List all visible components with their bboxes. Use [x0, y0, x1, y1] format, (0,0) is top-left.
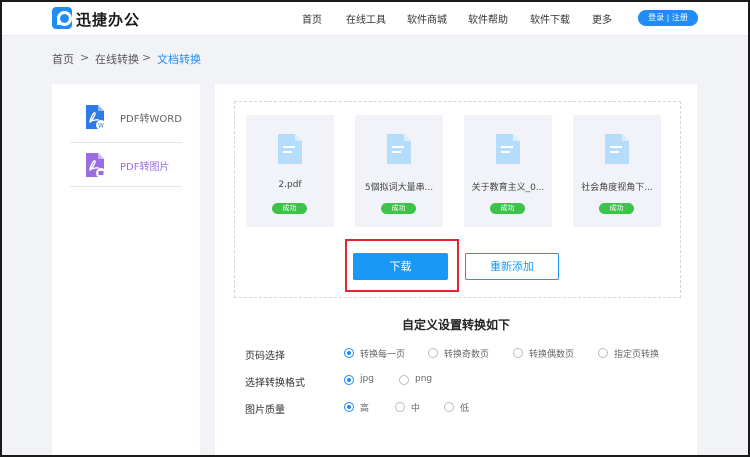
settings-title: 自定义设置转换如下: [401, 318, 510, 332]
radio-even-pages[interactable]: [513, 348, 523, 358]
sidebar-item-label: PDF转图片: [120, 162, 170, 173]
radio-quality-low[interactable]: [444, 402, 454, 412]
radio-label: png: [415, 374, 433, 384]
breadcrumb-current: 文档转换: [157, 53, 201, 66]
radio-quality-medium[interactable]: [395, 402, 405, 412]
file-card[interactable]: 社会角度视角下... 成功: [573, 115, 661, 227]
file-name: 5個拟词大量串...: [364, 183, 434, 193]
radio-label: 转换每一页: [360, 350, 406, 360]
radio-label: 转换奇数页: [444, 350, 490, 360]
nav-software-download[interactable]: 软件下载: [530, 11, 570, 26]
nav-online-tools[interactable]: 在线工具: [346, 11, 386, 26]
pdf-to-word-icon: W: [86, 105, 106, 130]
svg-text:W: W: [98, 123, 104, 130]
quality-label: 图片质量: [245, 405, 285, 416]
logo-text: 迅捷办公: [76, 11, 141, 29]
file-name: 社会角度视角下...: [581, 183, 653, 193]
sidebar-item-label: PDF转WORD: [120, 114, 182, 125]
file-name: 关于教育主义_0...: [471, 183, 545, 193]
radio-label: 低: [460, 404, 470, 414]
re-add-button[interactable]: 重新添加: [465, 253, 559, 280]
radio-png[interactable]: [399, 375, 409, 385]
radio-specified-pages[interactable]: [598, 348, 608, 358]
radio-every-page[interactable]: [344, 348, 354, 358]
document-icon: [605, 134, 629, 164]
sidebar-item-pdf-to-word[interactable]: W PDF转WORD: [70, 95, 182, 140]
breadcrumb-separator: >: [142, 51, 152, 64]
sidebar-item-pdf-to-image[interactable]: PDF转图片: [70, 142, 182, 187]
breadcrumb-home[interactable]: 首页: [52, 51, 74, 67]
breadcrumb-online-convert[interactable]: 在线转换: [95, 51, 139, 67]
format-label: 选择转换格式: [245, 378, 305, 389]
nav-more[interactable]: 更多: [592, 11, 612, 26]
download-button[interactable]: 下载: [353, 253, 448, 280]
logo[interactable]: 迅捷办公: [52, 7, 142, 29]
document-icon: [278, 134, 302, 164]
page-select-label: 页码选择: [245, 351, 285, 362]
nav-software-store[interactable]: 软件商城: [407, 11, 447, 26]
breadcrumb-separator: >: [80, 51, 90, 64]
status-badge: 成功: [381, 203, 416, 214]
file-card[interactable]: 关于教育主义_0... 成功: [464, 115, 552, 227]
radio-label: 指定页转换: [614, 350, 660, 360]
top-header: 迅捷办公 首页 在线工具 软件商城 软件帮助 软件下载 更多 登录 | 注册: [0, 0, 750, 36]
document-icon: [387, 134, 411, 164]
status-badge: 成功: [490, 203, 525, 214]
file-card[interactable]: 2.pdf 成功: [246, 115, 334, 227]
radio-quality-high[interactable]: [344, 402, 354, 412]
nav-home[interactable]: 首页: [302, 11, 322, 26]
login-register-button[interactable]: 登录 | 注册: [638, 10, 698, 26]
status-badge: 成功: [599, 203, 634, 214]
radio-jpg[interactable]: [344, 375, 354, 385]
radio-label: 高: [360, 404, 370, 414]
status-badge: 成功: [272, 203, 307, 214]
document-icon: [496, 134, 520, 164]
logo-icon: [52, 7, 72, 29]
pdf-to-image-icon: [86, 153, 106, 178]
file-name: 2.pdf: [278, 180, 302, 190]
radio-label: 中: [411, 404, 421, 414]
radio-odd-pages[interactable]: [428, 348, 438, 358]
nav-software-help[interactable]: 软件帮助: [468, 11, 508, 26]
file-card[interactable]: 5個拟词大量串... 成功: [355, 115, 443, 227]
sidebar: W PDF转WORD PDF转图片: [52, 84, 200, 457]
radio-label: jpg: [360, 374, 374, 384]
radio-label: 转换偶数页: [529, 350, 575, 360]
